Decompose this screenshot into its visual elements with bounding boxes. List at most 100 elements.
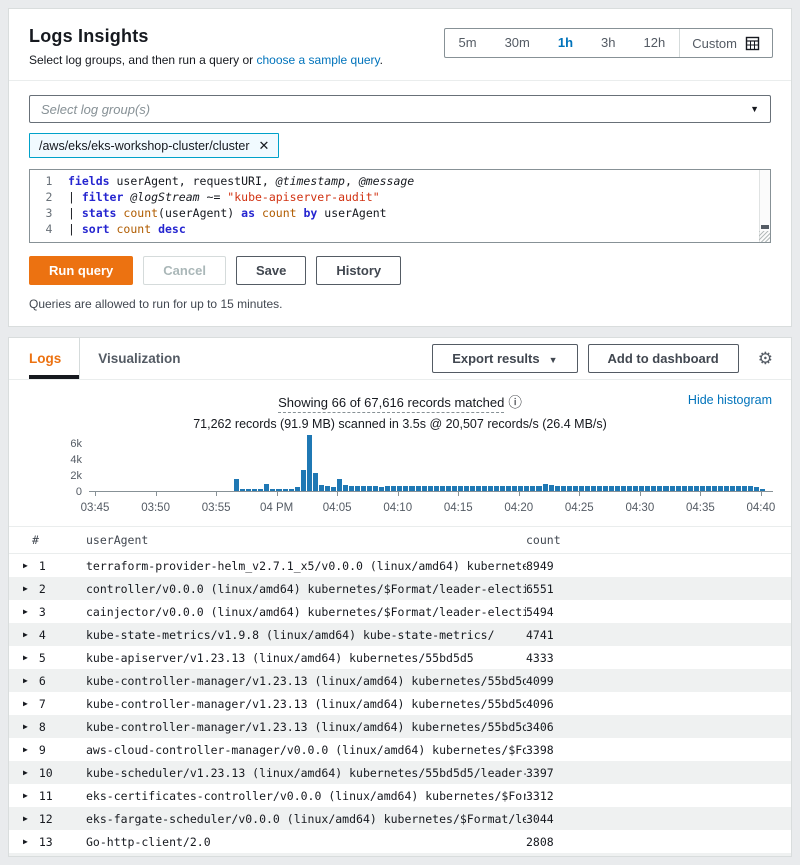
query-token-plain: userAgent, requestURI, — [110, 173, 276, 189]
query-line: 3| stats count(userAgent) as count by us… — [30, 205, 770, 221]
table-row[interactable]: ▶1terraform-provider-helm_v2.7.1_x5/v0.0… — [9, 554, 791, 577]
close-icon[interactable]: ✕ — [258, 139, 269, 152]
query-editor[interactable]: 1fields userAgent, requestURI, @timestam… — [29, 169, 771, 243]
query-section: Select log group(s) ▼ /aws/eks/eks-works… — [9, 81, 791, 326]
expand-arrow-icon[interactable]: ▶ — [23, 699, 28, 708]
row-number: 2 — [39, 582, 46, 596]
table-row[interactable]: ▶3cainjector/v0.0.0 (linux/amd64) kubern… — [9, 600, 791, 623]
count-cell: 4741 — [526, 628, 791, 642]
expand-arrow-icon[interactable]: ▶ — [23, 561, 28, 570]
expand-arrow-icon[interactable]: ▶ — [23, 768, 28, 777]
cancel-button[interactable]: Cancel — [143, 256, 226, 285]
log-group-token: /aws/eks/eks-workshop-cluster/cluster ✕ — [29, 133, 279, 158]
log-group-select[interactable]: Select log group(s) ▼ — [29, 95, 771, 123]
count-cell: 8949 — [526, 559, 791, 573]
x-axis-tick — [640, 492, 641, 496]
row-index-cell: ▶11 — [9, 789, 86, 803]
expand-arrow-icon[interactable]: ▶ — [23, 653, 28, 662]
query-token-field: @message — [359, 173, 414, 189]
info-icon[interactable]: ⓘ — [508, 395, 522, 410]
row-number: 3 — [39, 605, 46, 619]
custom-range-label: Custom — [692, 36, 737, 51]
history-button[interactable]: History — [316, 256, 401, 285]
run-query-button[interactable]: Run query — [29, 256, 133, 285]
query-token-plain: ~= — [200, 189, 228, 205]
save-button[interactable]: Save — [236, 256, 306, 285]
row-index-cell: ▶12 — [9, 812, 86, 826]
x-axis-label: 04:10 — [383, 502, 412, 514]
expand-arrow-icon[interactable]: ▶ — [23, 837, 28, 846]
custom-range-button[interactable]: Custom — [680, 36, 772, 51]
count-cell: 3044 — [526, 812, 791, 826]
tab-visualization[interactable]: Visualization — [79, 338, 198, 379]
time-range-1h[interactable]: 1h — [544, 29, 587, 57]
editor-resize-handle[interactable] — [759, 231, 770, 242]
hide-histogram-link[interactable]: Hide histogram — [688, 393, 772, 407]
table-row[interactable]: ▶11eks-certificates-controller/v0.0.0 (l… — [9, 784, 791, 807]
y-axis-label: 2k — [70, 471, 82, 482]
query-token-plain: | — [68, 205, 82, 221]
useragent-cell: kube-controller-manager/v1.23.13 (linux/… — [86, 697, 526, 711]
add-to-dashboard-button[interactable]: Add to dashboard — [588, 344, 739, 373]
table-row[interactable]: ▶ 10 kube-scheduler/v1.23.13 (linux/amd64)… — [9, 761, 791, 784]
row-number: 10 — [39, 766, 53, 780]
useragent-cell: kube-scheduler/v1.23.13 (linux/amd64) ku… — [86, 766, 526, 780]
sample-query-link[interactable]: choose a sample query — [256, 53, 379, 67]
query-token-str: "kube-apiserver-audit" — [227, 189, 379, 205]
row-index-cell: ▶3 — [9, 605, 86, 619]
histogram-bar[interactable] — [766, 436, 772, 491]
x-axis-label: 04:35 — [686, 502, 715, 514]
time-range-5m[interactable]: 5m — [445, 29, 491, 57]
table-row[interactable]: ▶5kube-apiserver/v1.23.13 (linux/amd64) … — [9, 646, 791, 669]
time-range-12h[interactable]: 12h — [630, 29, 680, 57]
table-row[interactable]: ▶14kubelet/v1.23.9 (linux/amd64) kuberne… — [9, 853, 791, 856]
row-number: 6 — [39, 674, 46, 688]
row-index-cell: ▶1 — [9, 559, 86, 573]
export-results-button[interactable]: Export results▼ — [432, 344, 577, 373]
count-cell: 3397 — [526, 766, 791, 780]
x-axis-tick — [277, 492, 278, 496]
expand-arrow-icon[interactable]: ▶ — [23, 676, 28, 685]
count-cell: 3312 — [526, 789, 791, 803]
row-index-cell: ▶5 — [9, 651, 86, 665]
time-range-selector: 5m30m1h3h12h Custom — [444, 28, 774, 58]
query-token-plain — [255, 205, 262, 221]
column-header-index: # — [9, 533, 86, 547]
table-row[interactable]: ▶9aws-cloud-controller-manager/v0.0.0 (l… — [9, 738, 791, 761]
table-row[interactable]: ▶13Go-http-client/2.02808 — [9, 830, 791, 853]
expand-arrow-icon[interactable]: ▶ — [23, 722, 28, 731]
time-range-30m[interactable]: 30m — [491, 29, 544, 57]
query-token-field: @logStream — [130, 189, 199, 205]
editor-scrollbar-thumb[interactable] — [761, 225, 769, 229]
table-row[interactable]: ▶8kube-controller-manager/v1.23.13 (linu… — [9, 715, 791, 738]
row-number: 13 — [39, 835, 53, 849]
query-token-plain: | — [68, 189, 82, 205]
query-actions: Run query Cancel Save History — [29, 256, 771, 285]
expand-arrow-icon[interactable]: ▶ — [23, 791, 28, 800]
query-token-plain: | — [68, 221, 82, 237]
query-token-kw: stats — [82, 205, 117, 221]
page-title: Logs Insights — [29, 26, 383, 47]
results-actions: Export results▼ Add to dashboard ⚙ — [432, 344, 773, 373]
expand-arrow-icon[interactable]: ▶ — [23, 584, 28, 593]
query-token-kw: as — [241, 205, 255, 221]
table-row[interactable]: ▶6kube-controller-manager/v1.23.13 (linu… — [9, 669, 791, 692]
table-row[interactable]: ▶4kube-state-metrics/v1.9.8 (linux/amd64… — [9, 623, 791, 646]
line-number: 4 — [30, 221, 68, 237]
expand-arrow-icon[interactable]: ▶ — [23, 607, 28, 616]
expand-arrow-icon[interactable]: ▶ — [23, 814, 28, 823]
count-cell: 5494 — [526, 605, 791, 619]
results-table: # userAgent count ▶1terraform-provider-h… — [9, 526, 791, 856]
table-row[interactable]: ▶12eks-fargate-scheduler/v0.0.0 (linux/a… — [9, 807, 791, 830]
line-number: 2 — [30, 189, 68, 205]
tab-logs[interactable]: Logs — [29, 338, 79, 379]
x-axis-tick — [761, 492, 762, 496]
table-row[interactable]: ▶7kube-controller-manager/v1.23.13 (linu… — [9, 692, 791, 715]
time-range-3h[interactable]: 3h — [587, 29, 629, 57]
table-row[interactable]: ▶2controller/v0.0.0 (linux/amd64) kubern… — [9, 577, 791, 600]
expand-arrow-icon[interactable]: ▶ — [23, 745, 28, 754]
expand-arrow-icon[interactable]: ▶ — [23, 630, 28, 639]
gear-icon[interactable]: ⚙ — [758, 350, 773, 367]
header-text: Logs Insights Select log groups, and the… — [29, 26, 383, 67]
histogram-chart: 6k4k2k0 03:4503:5003:5504 PM04:0504:1004… — [9, 434, 773, 517]
